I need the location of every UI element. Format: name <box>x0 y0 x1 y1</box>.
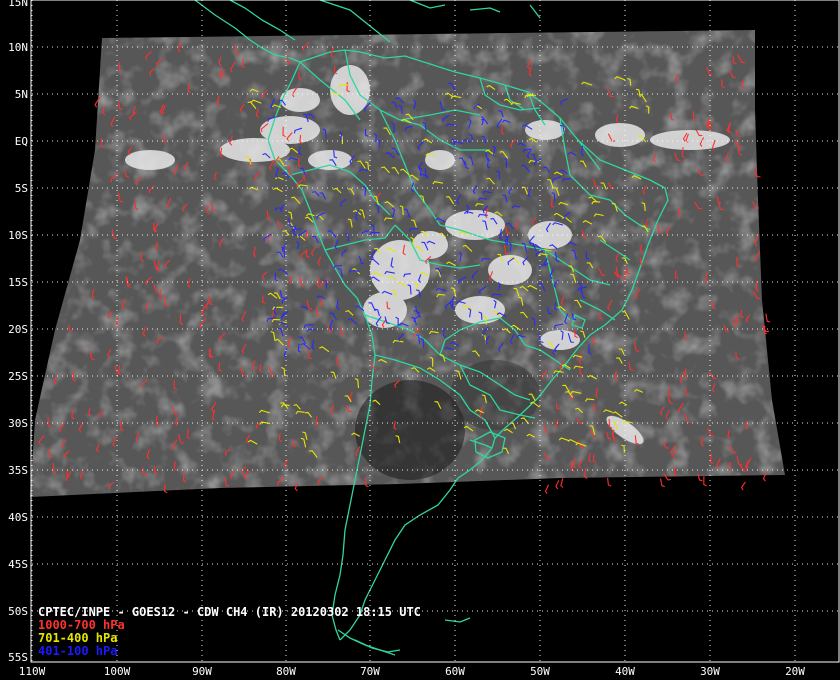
lat-label: 45S <box>8 558 28 571</box>
lat-label: 55S <box>8 651 28 664</box>
lat-label: 40S <box>8 511 28 524</box>
map-title: CPTEC/INPE - GOES12 - CDW CH4 (IR) 20120… <box>38 605 421 619</box>
lat-label: 5S <box>15 182 28 195</box>
lat-label: 30S <box>8 417 28 430</box>
lon-label: 80W <box>276 665 296 678</box>
lat-label: 5N <box>15 88 28 101</box>
lon-label: 20W <box>785 665 805 678</box>
lat-label: 10N <box>8 41 28 54</box>
satellite-wind-map: 15N 10N 5N EQ 5S 10S 15S 20S 25S 30S 35S… <box>0 0 840 680</box>
lon-label: 100W <box>104 665 131 678</box>
lat-label: 25S <box>8 370 28 383</box>
pressure-legend: 1000-700 hPa 701-400 hPa 401-100 hPa <box>38 618 125 658</box>
lat-label: 20S <box>8 323 28 336</box>
lon-label: 90W <box>192 665 212 678</box>
legend-item-high: 401-100 hPa <box>38 644 117 658</box>
lon-label: 30W <box>700 665 720 678</box>
lat-label: 35S <box>8 464 28 477</box>
legend-item-mid: 701-400 hPa <box>38 631 117 645</box>
lon-label: 70W <box>360 665 380 678</box>
lon-label: 50W <box>530 665 550 678</box>
lat-label: EQ <box>15 135 28 148</box>
lat-label: 15N <box>8 0 28 9</box>
lat-label: 50S <box>8 605 28 618</box>
lat-label: 15S <box>8 276 28 289</box>
lon-label: 40W <box>615 665 635 678</box>
lon-label: 60W <box>445 665 465 678</box>
legend-item-low: 1000-700 hPa <box>38 618 125 632</box>
lon-label: 110W <box>19 665 46 678</box>
lat-label: 10S <box>8 229 28 242</box>
